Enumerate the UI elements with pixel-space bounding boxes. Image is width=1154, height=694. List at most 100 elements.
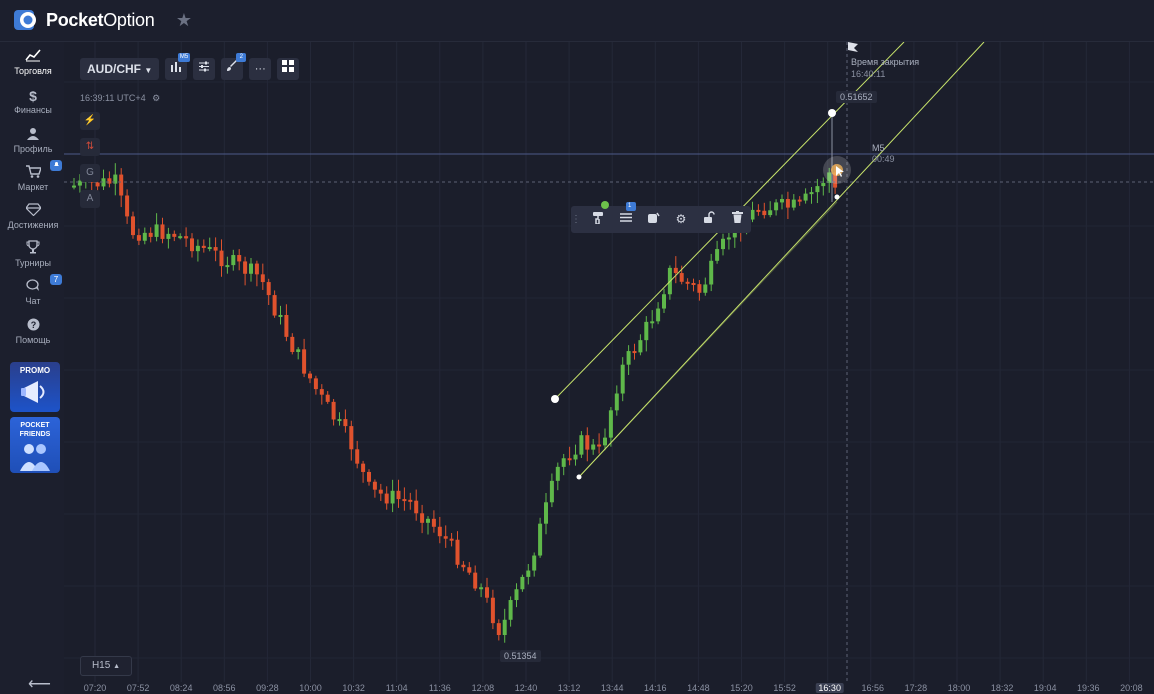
more-options-button[interactable]: ··· xyxy=(249,58,272,80)
trash-icon[interactable] xyxy=(728,211,746,228)
user-icon xyxy=(4,126,62,144)
chart-type-button[interactable]: M5 xyxy=(165,53,191,80)
sidebar-item-achievements[interactable]: Достижения xyxy=(4,200,62,238)
candle-body xyxy=(296,349,301,352)
indicators-button[interactable] xyxy=(193,58,216,80)
brand-name: PocketOption xyxy=(46,9,155,30)
candle-body xyxy=(213,247,218,251)
sidebar-item-profile[interactable]: Профиль xyxy=(4,124,62,162)
pocket-friends-banner[interactable]: POCKET FRIENDS xyxy=(10,417,60,473)
candle-body xyxy=(514,589,519,601)
quick-trade-tool[interactable]: ⚡ xyxy=(80,112,100,130)
a-tool[interactable]: A xyxy=(80,190,100,208)
collapse-sidebar-arrow-icon[interactable]: ⟵ xyxy=(28,674,51,694)
signals-tool[interactable]: ⇅ xyxy=(80,138,100,156)
brand-logo[interactable]: PocketOption xyxy=(14,9,155,31)
friends-people-icon xyxy=(20,444,50,471)
candle-body xyxy=(479,587,484,590)
candle-body xyxy=(260,274,265,283)
line-style-icon[interactable] xyxy=(617,211,635,228)
sidebar-item-chat[interactable]: Чат 7 xyxy=(4,274,62,314)
low-price-tag: 0.51354 xyxy=(500,650,541,662)
candle-body xyxy=(762,210,767,216)
candle-body xyxy=(597,444,602,447)
candle-body xyxy=(308,373,312,379)
drawings-button[interactable]: 2 xyxy=(221,53,247,80)
drag-handle-icon[interactable]: ⋮ xyxy=(571,211,581,228)
candle-body xyxy=(721,238,725,250)
expiration-flag-icon xyxy=(848,42,858,52)
channel-anchor-point xyxy=(551,395,559,403)
arrows-updown-icon: ⇅ xyxy=(85,141,95,152)
candle-body xyxy=(437,526,442,537)
candle-body xyxy=(620,364,625,394)
channel-anchor-point xyxy=(828,109,836,117)
candle-body xyxy=(148,232,153,237)
g-tool[interactable]: G xyxy=(80,164,100,182)
candle-body xyxy=(520,576,525,590)
sidebar-item-finance[interactable]: $ Финансы xyxy=(4,85,62,123)
caret-up-icon: ▲ xyxy=(113,663,121,670)
candle-body xyxy=(455,539,460,565)
candle-body xyxy=(249,263,253,274)
chart-line-icon xyxy=(4,48,62,66)
candle-body xyxy=(567,458,572,461)
candlestick-chart[interactable] xyxy=(64,42,1154,694)
chart-grid xyxy=(64,42,1154,682)
favorite-star-icon[interactable]: ★ xyxy=(174,10,194,30)
candle-body xyxy=(225,265,230,268)
caret-down-icon: ▼ xyxy=(144,66,153,75)
candle-body xyxy=(408,499,413,502)
market-notification-badge xyxy=(50,160,62,171)
sidebar-item-trading[interactable]: Торговля xyxy=(4,46,62,84)
candle-body xyxy=(367,471,371,482)
candle-body xyxy=(449,538,454,541)
candle-body xyxy=(178,236,183,239)
candle-body xyxy=(673,267,678,274)
candle-body xyxy=(603,437,607,446)
candle-body xyxy=(662,294,666,309)
chart-area[interactable] xyxy=(64,42,1154,694)
candle-body xyxy=(72,185,76,188)
candle-body xyxy=(125,195,130,217)
candle-body xyxy=(154,224,159,237)
time-axis: 07:20 07:52 08:24 08:56 09:28 10:00 10:32 11:04… xyxy=(64,680,1154,694)
candles-layer xyxy=(72,163,838,643)
trophy-icon xyxy=(4,240,62,258)
candle-body xyxy=(791,199,796,208)
candle-body xyxy=(756,209,761,212)
fill-bucket-icon[interactable] xyxy=(644,211,662,228)
asset-selector-button[interactable]: AUD/CHF ▼ xyxy=(80,58,160,80)
candle-body xyxy=(372,481,377,490)
candle-body xyxy=(785,199,790,208)
candle-body xyxy=(431,518,436,527)
settings-gears-icon[interactable]: ⚙ xyxy=(672,211,690,228)
candle-body xyxy=(579,435,584,455)
sidebar-item-market[interactable]: Маркет xyxy=(4,160,62,200)
color-indicator-dot[interactable] xyxy=(601,201,609,209)
settings-gear-icon[interactable]: ⚙ xyxy=(152,93,160,103)
layout-grid-button[interactable] xyxy=(277,58,300,80)
promo-banner[interactable]: PROMO xyxy=(10,362,60,412)
time-axis-label: 20:08 xyxy=(1120,683,1143,693)
candle-body xyxy=(378,489,383,494)
time-axis-label: 10:32 xyxy=(342,683,365,693)
candle-body xyxy=(284,314,289,337)
sidebar-item-tournaments[interactable]: Турниры xyxy=(4,238,62,276)
candle-body xyxy=(502,619,507,636)
candle-body xyxy=(195,245,200,252)
candle-body xyxy=(797,199,802,202)
sliders-icon xyxy=(199,61,210,72)
unlock-icon[interactable] xyxy=(700,211,718,228)
candle-body xyxy=(243,261,248,274)
candle-body xyxy=(555,466,560,481)
candle-body xyxy=(774,202,779,211)
timeframe-selector-button[interactable]: H15 ▲ xyxy=(80,656,132,676)
sidebar-item-help[interactable]: ? Помощь xyxy=(4,315,62,353)
time-axis-label: 08:56 xyxy=(213,683,236,693)
candle-body xyxy=(608,410,613,438)
paint-roller-icon[interactable] xyxy=(589,211,607,228)
candle-body xyxy=(508,600,513,620)
time-axis-label: 18:00 xyxy=(947,683,971,693)
candle-body xyxy=(485,587,489,598)
